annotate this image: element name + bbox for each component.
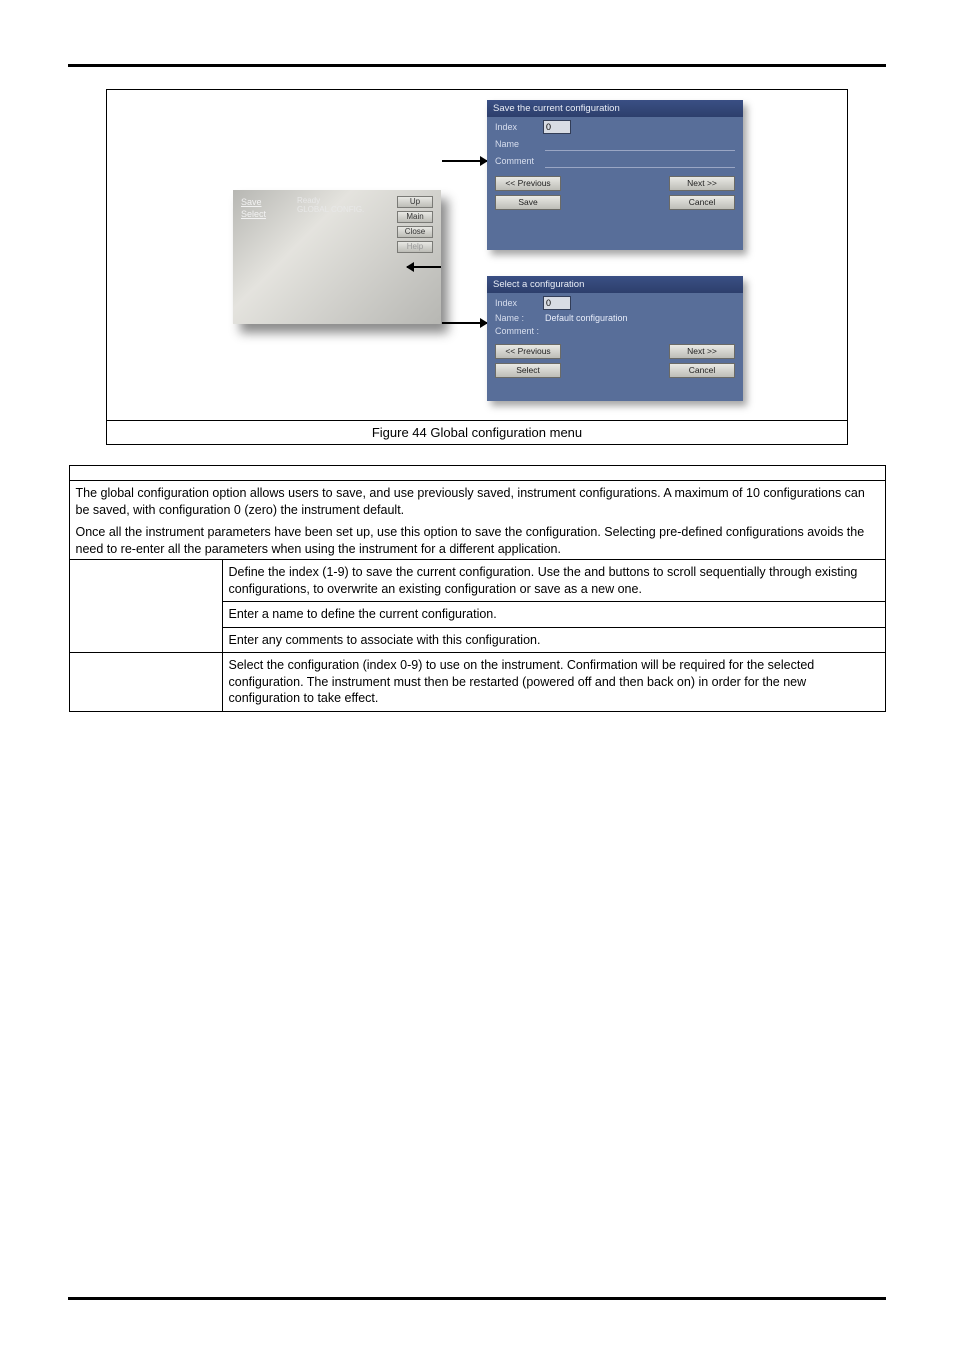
save-button-save[interactable]: Save bbox=[495, 195, 561, 210]
menu-item-save[interactable]: Save bbox=[241, 196, 266, 208]
arrow-back bbox=[407, 266, 441, 268]
select-label-name: Name : bbox=[495, 313, 543, 323]
select-label-comment: Comment : bbox=[495, 326, 543, 336]
menu-panel: Ready GLOBAL CONFIG. Save Select Up Main… bbox=[233, 190, 441, 324]
save-input-index[interactable] bbox=[543, 120, 571, 134]
select-dialog-title: Select a configuration bbox=[487, 276, 743, 293]
select-button-select[interactable]: Select bbox=[495, 363, 561, 378]
arrow-to-select bbox=[442, 322, 487, 324]
menu-button-up[interactable]: Up bbox=[397, 196, 433, 208]
param-select-index: Select the configuration (index 0-9) to … bbox=[222, 653, 885, 711]
menu-button-main[interactable]: Main bbox=[397, 211, 433, 223]
param-key-select bbox=[70, 653, 223, 711]
menu-button-help[interactable]: Help bbox=[397, 241, 433, 253]
select-value-name: Default configuration bbox=[545, 313, 735, 323]
select-input-index[interactable] bbox=[543, 296, 571, 310]
arrow-to-save bbox=[442, 160, 487, 162]
select-button-next[interactable]: Next >> bbox=[669, 344, 735, 359]
menu-button-close[interactable]: Close bbox=[397, 226, 433, 238]
menu-status-ready: Ready bbox=[297, 196, 364, 205]
select-dialog: Select a configuration Index Name : Defa… bbox=[487, 276, 743, 401]
save-dialog-title: Save the current configuration bbox=[487, 100, 743, 117]
save-button-next[interactable]: Next >> bbox=[669, 176, 735, 191]
global-config-section: The global configuration option allows u… bbox=[69, 465, 886, 712]
save-dialog: Save the current configuration Index Nam… bbox=[487, 100, 743, 250]
select-button-cancel[interactable]: Cancel bbox=[669, 363, 735, 378]
intro-para-2: Once all the instrument parameters have … bbox=[76, 524, 879, 557]
save-button-previous[interactable]: << Previous bbox=[495, 176, 561, 191]
save-input-comment[interactable] bbox=[545, 154, 735, 168]
select-button-previous[interactable]: << Previous bbox=[495, 344, 561, 359]
menu-item-select[interactable]: Select bbox=[241, 208, 266, 220]
figure-44: Ready GLOBAL CONFIG. Save Select Up Main… bbox=[106, 89, 848, 445]
save-button-cancel[interactable]: Cancel bbox=[669, 195, 735, 210]
save-label-comment: Comment bbox=[495, 156, 543, 166]
param-save-index: Define the index (1-9) to save the curre… bbox=[222, 560, 885, 602]
param-save-comment: Enter any comments to associate with thi… bbox=[222, 627, 885, 653]
menu-status-context: GLOBAL CONFIG. bbox=[297, 205, 364, 214]
select-label-index: Index bbox=[495, 298, 543, 308]
param-save-name: Enter a name to define the current confi… bbox=[222, 602, 885, 628]
save-input-name[interactable] bbox=[545, 137, 735, 151]
menu-status: Ready GLOBAL CONFIG. bbox=[297, 196, 364, 214]
intro-para-1: The global configuration option allows u… bbox=[76, 485, 879, 518]
parameter-table: Define the index (1-9) to save the curre… bbox=[70, 560, 885, 711]
save-label-name: Name bbox=[495, 139, 543, 149]
save-label-index: Index bbox=[495, 122, 543, 132]
figure-caption: Figure 44 Global configuration menu bbox=[107, 420, 847, 444]
param-key-save bbox=[70, 560, 223, 653]
